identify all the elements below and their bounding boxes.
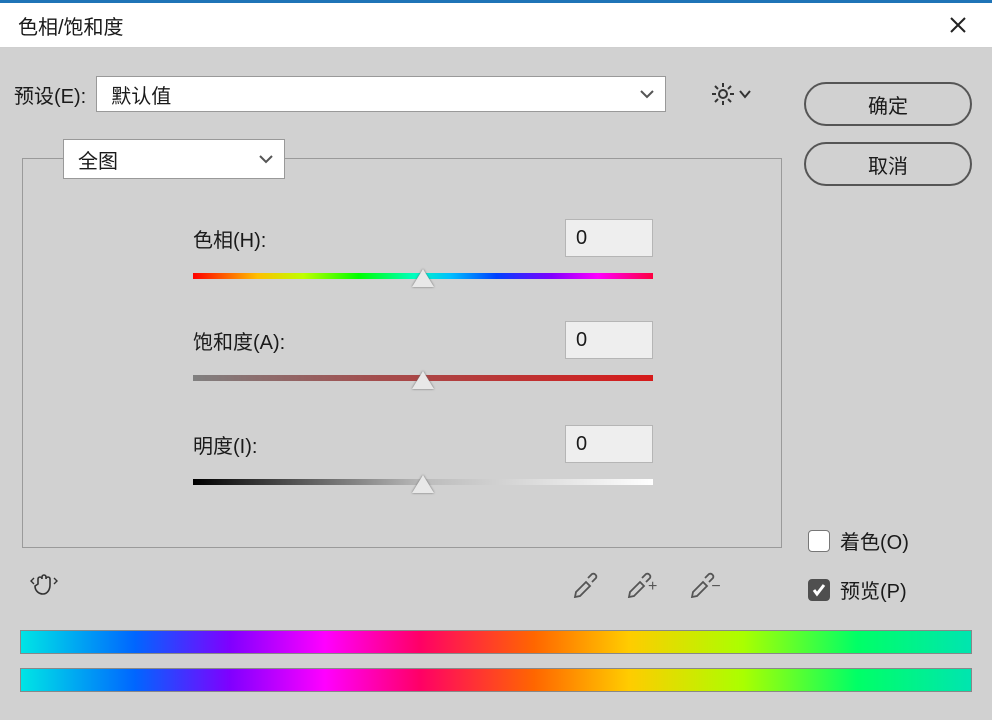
- chevron-down-icon: [738, 87, 752, 101]
- color-range-dropdown[interactable]: 全图: [63, 139, 285, 179]
- preview-checkbox[interactable]: [808, 579, 830, 601]
- cancel-button[interactable]: 取消: [804, 142, 972, 186]
- lightness-label: 明度(I):: [193, 430, 257, 459]
- colorize-option[interactable]: 着色(O): [808, 526, 909, 555]
- colorize-label: 着色(O): [840, 526, 909, 555]
- eyedropper-add-button[interactable]: +: [624, 568, 663, 603]
- preview-option[interactable]: 预览(P): [808, 575, 909, 604]
- options-checkboxes: 着色(O) 预览(P): [808, 526, 909, 604]
- preset-dropdown[interactable]: 默认值: [96, 76, 666, 112]
- eyedropper-icon: [570, 568, 600, 598]
- preset-options-button[interactable]: [710, 81, 752, 107]
- saturation-label: 饱和度(A):: [193, 326, 285, 355]
- scrubby-hand-button[interactable]: [28, 568, 60, 605]
- hue-label: 色相(H):: [193, 224, 266, 253]
- color-range-value: 全图: [78, 145, 118, 174]
- eyedropper-subtract-button[interactable]: −: [687, 568, 726, 603]
- eyedropper-button[interactable]: [570, 568, 600, 603]
- ok-button[interactable]: 确定: [804, 82, 972, 126]
- spectrum-bars: [20, 630, 972, 692]
- dialog-buttons: 确定 取消: [804, 82, 972, 186]
- adjustment-panel: 全图 色相(H): 0 饱和度(A): 0 明度(I): 0: [22, 158, 782, 548]
- minus-icon: −: [711, 578, 720, 613]
- close-button[interactable]: [938, 5, 978, 45]
- chevron-down-icon: [258, 151, 274, 167]
- lightness-slider-thumb[interactable]: [412, 475, 434, 493]
- saturation-slider-thumb[interactable]: [412, 371, 434, 389]
- window-title: 色相/饱和度: [18, 11, 124, 40]
- gear-icon: [710, 81, 736, 107]
- hue-slider-thumb[interactable]: [412, 269, 434, 287]
- check-icon: [812, 583, 826, 597]
- hue-slider[interactable]: [193, 271, 653, 281]
- eyedropper-tools: + −: [570, 568, 727, 603]
- preset-value: 默认值: [111, 80, 171, 109]
- input-spectrum[interactable]: [20, 630, 972, 654]
- saturation-value-input[interactable]: 0: [565, 321, 653, 359]
- preview-label: 预览(P): [840, 575, 907, 604]
- saturation-slider[interactable]: [193, 373, 653, 383]
- lightness-slider[interactable]: [193, 477, 653, 487]
- hand-scrubby-icon: [28, 568, 60, 600]
- hue-slider-block: 色相(H): 0: [193, 219, 653, 281]
- colorize-checkbox[interactable]: [808, 530, 830, 552]
- chevron-down-icon: [639, 86, 655, 102]
- saturation-slider-block: 饱和度(A): 0: [193, 321, 653, 383]
- hue-value-input[interactable]: 0: [565, 219, 653, 257]
- lightness-value-input[interactable]: 0: [565, 425, 653, 463]
- output-spectrum[interactable]: [20, 668, 972, 692]
- lightness-slider-block: 明度(I): 0: [193, 425, 653, 487]
- titlebar: 色相/饱和度: [0, 0, 992, 48]
- plus-icon: +: [648, 578, 657, 613]
- close-icon: [949, 16, 967, 34]
- preset-label: 预设(E):: [14, 80, 86, 109]
